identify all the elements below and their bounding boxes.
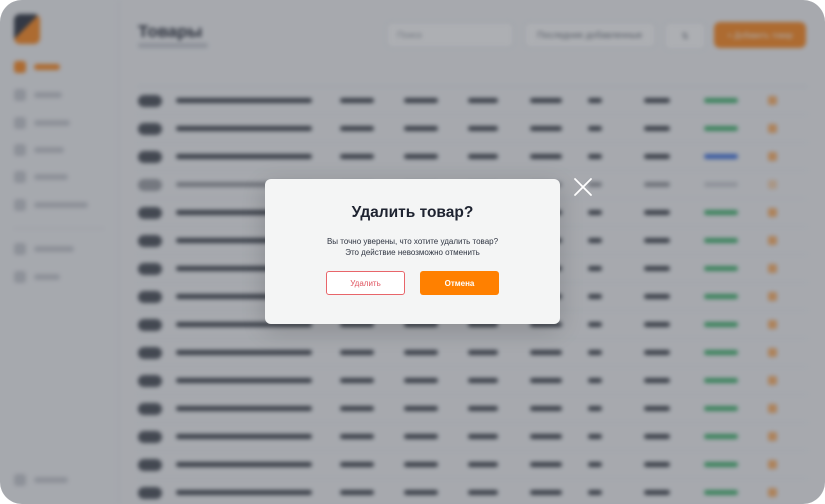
cancel-button[interactable]: Отмена: [420, 271, 499, 295]
dialog-message: Вы точно уверены, что хотите удалить тов…: [265, 236, 560, 258]
close-icon[interactable]: [571, 175, 595, 199]
dialog-message-line-2: Это действие невозможно отменить: [345, 248, 480, 257]
app-window: Товары Поиск Последние добавленные ⇅ + Д…: [0, 0, 825, 504]
dialog-title: Удалить товар?: [351, 204, 474, 221]
delete-product-dialog: Удалить товар? Вы точно уверены, что хот…: [265, 179, 560, 324]
delete-button[interactable]: Удалить: [326, 271, 405, 295]
dialog-message-line-1: Вы точно уверены, что хотите удалить тов…: [326, 237, 499, 246]
